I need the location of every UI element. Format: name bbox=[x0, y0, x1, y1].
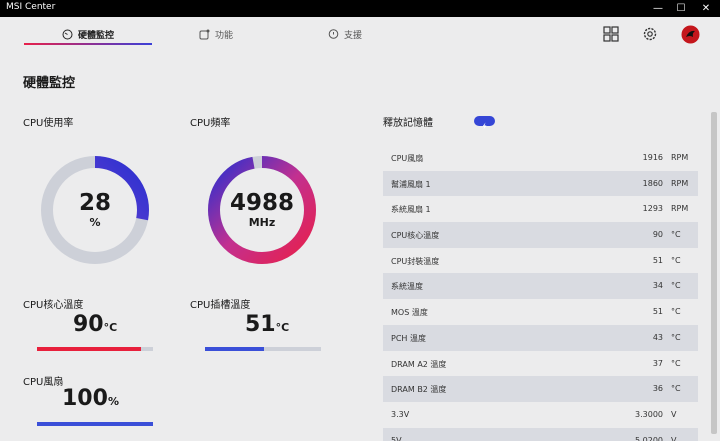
cpu-socket-temp-unit: °C bbox=[275, 321, 290, 334]
sensor-row: DRAM A2 溫度 37 °C bbox=[383, 351, 698, 377]
sensor-unit: RPM bbox=[671, 204, 689, 214]
sensor-name: MOS 溫度 bbox=[391, 308, 428, 318]
grid-layout-icon[interactable] bbox=[602, 25, 620, 43]
cpu-core-temp-label: CPU核心溫度 bbox=[23, 300, 84, 311]
sensor-name: 幫浦風扇 1 bbox=[391, 179, 431, 189]
cpu-usage-label: CPU使用率 bbox=[23, 118, 74, 129]
sensor-name: CPU封裝溫度 bbox=[391, 256, 440, 266]
sensor-value: 51 bbox=[652, 307, 663, 317]
sensor-unit: V bbox=[671, 409, 677, 419]
sensor-row: 幫浦風扇 1 1860 RPM bbox=[383, 170, 698, 197]
cpu-freq-label: CPU頻率 bbox=[190, 118, 231, 129]
sensor-unit: °C bbox=[671, 358, 681, 368]
sensor-name: CPU風扇 bbox=[391, 154, 424, 163]
cpu-fan-value: 100 bbox=[62, 386, 108, 411]
maximize-button[interactable]: ☐ bbox=[673, 0, 689, 17]
chat-icon bbox=[328, 28, 339, 39]
sensor-row: MOS 溫度 51 °C bbox=[383, 299, 698, 325]
lightning-icon bbox=[482, 122, 487, 130]
sensor-name: 5V bbox=[391, 435, 402, 441]
sensor-value: 3.3000 bbox=[635, 409, 663, 419]
avatar[interactable] bbox=[681, 25, 700, 44]
cpu-fan-label: CPU風扇 bbox=[23, 377, 64, 388]
sensor-row: 3.3V 3.3000 V bbox=[383, 402, 698, 428]
cpu-core-temp-readout: 90°C bbox=[73, 312, 117, 337]
sensor-unit: °C bbox=[671, 281, 681, 291]
sensor-row: 系統風扇 1 1293 RPM bbox=[383, 196, 698, 222]
bar-fill bbox=[205, 347, 265, 351]
sensor-row: CPU核心溫度 90 °C bbox=[383, 222, 698, 248]
sensor-row: CPU風扇 1916 RPM bbox=[383, 145, 698, 171]
tab-hardware-monitor[interactable]: 硬體監控 bbox=[62, 24, 114, 44]
sensor-value: 36 bbox=[652, 384, 663, 394]
bar-fill bbox=[37, 347, 142, 351]
sensor-name: 3.3V bbox=[391, 409, 410, 419]
sensor-name: PCH 溫度 bbox=[391, 333, 426, 343]
cpu-usage-unit: % bbox=[89, 216, 101, 229]
sensor-name: 系統溫度 bbox=[391, 282, 423, 292]
sensor-list: CPU風扇 1916 RPM 幫浦風扇 1 1860 RPM 系統風扇 1 1293 RPM CP… bbox=[383, 145, 698, 441]
sensor-row: 系統溫度 34 °C bbox=[383, 273, 698, 300]
release-memory-button[interactable] bbox=[474, 116, 495, 130]
cpu-usage-value: 28 bbox=[78, 190, 111, 216]
feature-icon bbox=[199, 29, 210, 39]
sensor-value: 1860 bbox=[642, 178, 663, 188]
sensor-value: 1293 bbox=[642, 204, 663, 214]
sensor-value: 90 bbox=[652, 230, 663, 240]
gear-icon[interactable] bbox=[641, 25, 659, 43]
cpu-freq-value: 4988 bbox=[229, 190, 294, 216]
sensor-value: 1916 bbox=[642, 153, 663, 162]
cpu-freq-unit: MHz bbox=[248, 216, 276, 229]
active-tab-indicator bbox=[24, 43, 152, 45]
sensor-row: CPU封裝溫度 51 °C bbox=[383, 248, 698, 274]
sensor-unit: °C bbox=[671, 255, 681, 265]
gauge-icon bbox=[62, 29, 73, 39]
cpu-core-temp-value: 90 bbox=[73, 312, 104, 337]
sensor-unit: V bbox=[671, 435, 677, 441]
sensor-unit: °C bbox=[671, 307, 681, 317]
tab-label: 功能 bbox=[215, 30, 234, 41]
scrollbar[interactable] bbox=[711, 112, 717, 434]
cpu-socket-temp-value: 51 bbox=[245, 312, 276, 337]
sensor-unit: RPM bbox=[671, 178, 689, 188]
cpu-fan-unit: % bbox=[107, 395, 119, 408]
tab-support[interactable]: 支援 bbox=[328, 24, 362, 44]
tab-label: 硬體監控 bbox=[78, 30, 115, 41]
bar-fill bbox=[37, 422, 153, 426]
sensor-value: 5.0200 bbox=[635, 435, 663, 441]
cpu-socket-temp-bar bbox=[205, 347, 321, 351]
sensor-row: DRAM B2 溫度 36 °C bbox=[383, 376, 698, 402]
cpu-core-temp-unit: °C bbox=[103, 321, 118, 334]
tab-label: 支援 bbox=[344, 30, 363, 41]
cpu-fan-bar bbox=[37, 422, 153, 426]
page-title: 硬體監控 bbox=[23, 76, 76, 91]
cpu-socket-temp-label: CPU插槽溫度 bbox=[190, 300, 251, 311]
sensor-name: DRAM B2 溫度 bbox=[391, 385, 447, 395]
sensor-row: 5V 5.0200 V bbox=[383, 427, 698, 441]
cpu-core-temp-bar bbox=[37, 347, 153, 351]
sensor-unit: °C bbox=[671, 332, 681, 342]
tab-features[interactable]: 功能 bbox=[199, 24, 233, 44]
sensor-value: 43 bbox=[652, 332, 663, 342]
close-button[interactable]: ✕ bbox=[698, 0, 714, 17]
title-bar: MSI Center — ☐ ✕ bbox=[0, 0, 720, 17]
sensor-unit: °C bbox=[671, 384, 681, 394]
sensor-value: 37 bbox=[652, 358, 663, 368]
sensor-unit: RPM bbox=[671, 153, 689, 162]
cpu-fan-readout: 100% bbox=[62, 386, 119, 411]
sensor-value: 51 bbox=[652, 255, 663, 265]
sensor-unit: °C bbox=[671, 230, 681, 240]
sensor-row: PCH 溫度 43 °C bbox=[383, 324, 698, 351]
minimize-button[interactable]: — bbox=[650, 0, 666, 17]
window-title: MSI Center bbox=[6, 2, 56, 12]
sensor-value: 34 bbox=[652, 281, 663, 291]
release-memory-label: 釋放記憶體 bbox=[383, 118, 433, 129]
cpu-socket-temp-readout: 51°C bbox=[245, 312, 289, 337]
sensor-name: CPU核心溫度 bbox=[391, 231, 440, 241]
sensor-name: 系統風扇 1 bbox=[391, 205, 431, 215]
sensor-name: DRAM A2 溫度 bbox=[391, 359, 447, 369]
